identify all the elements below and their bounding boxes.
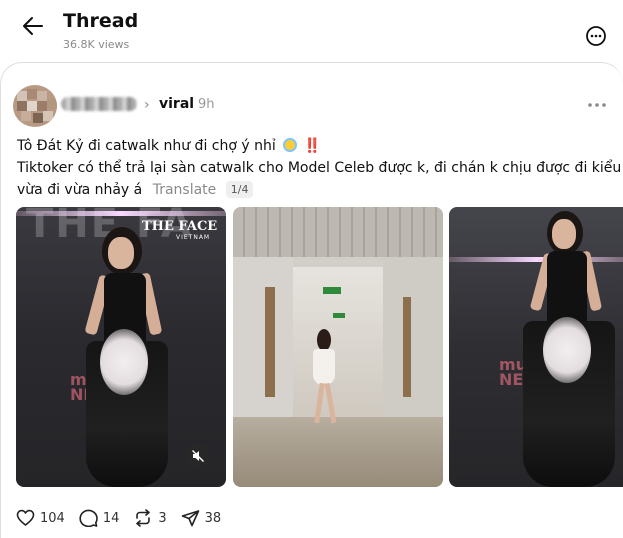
blur-censor <box>543 317 591 383</box>
media-item-3[interactable]: multi NETWORK <box>449 207 623 487</box>
halo-emoji-icon <box>283 138 298 152</box>
post-card: › viral 9h Tô Đát Kỷ đi catwalk như đi c… <box>0 62 623 538</box>
corridor-wall-right <box>383 257 443 417</box>
stage-light <box>16 211 226 216</box>
post-time: 9h <box>198 97 215 112</box>
post-line-1: Tô Đát Kỷ đi catwalk như đi chợ ý nhỉ <box>17 138 276 154</box>
brand-logo: THE FACE <box>142 219 218 234</box>
comment-icon <box>79 509 98 527</box>
like-count: 104 <box>40 510 65 526</box>
reply-count: 14 <box>102 510 120 526</box>
top-bar: Thread 36.8K views <box>0 0 623 62</box>
repost-count: 3 <box>158 510 167 526</box>
share-count: 38 <box>204 510 222 526</box>
exit-sign-far <box>333 313 345 318</box>
media-item-2[interactable] <box>233 207 443 487</box>
corridor-ceiling <box>233 207 443 257</box>
post-text: Tô Đát Kỷ đi catwalk như đi chợ ý nhỉ ‼️… <box>17 135 622 201</box>
share-button[interactable]: 38 <box>181 509 222 527</box>
back-arrow-icon <box>23 17 43 35</box>
chevron-right-icon: › <box>144 97 150 113</box>
corridor-wall-left <box>233 257 293 417</box>
double-exclamation-icon: ‼️ <box>303 138 322 154</box>
repost-icon <box>136 509 151 527</box>
like-button[interactable]: 104 <box>16 509 65 527</box>
stage-light <box>449 257 623 262</box>
door-left <box>265 287 275 397</box>
heart-icon <box>16 509 35 526</box>
view-count: 36.8K views <box>63 38 130 51</box>
more-horizontal-icon <box>588 103 606 107</box>
blur-censor <box>100 329 148 395</box>
community-link[interactable]: viral <box>159 96 194 112</box>
back-button[interactable] <box>19 12 47 40</box>
repost-button[interactable]: 3 <box>133 509 167 527</box>
translate-link[interactable]: Translate <box>153 182 217 198</box>
door-right <box>403 297 411 397</box>
exit-sign <box>323 287 341 294</box>
mute-icon <box>192 450 204 462</box>
corridor-floor <box>233 417 443 487</box>
more-circle-icon <box>586 26 606 46</box>
post-line-2: Tiktoker có thể trả lại sàn catwalk cho … <box>17 160 622 176</box>
share-icon <box>181 510 199 527</box>
reply-button[interactable]: 14 <box>79 509 120 527</box>
page-count-badge: 1/4 <box>225 181 254 198</box>
post-more-button[interactable] <box>585 97 609 113</box>
page-title: Thread <box>63 10 139 32</box>
media-item-1[interactable]: THE FA THE FACE VIETNAM multi NETWORK <box>16 207 226 487</box>
more-options-button[interactable] <box>584 24 608 48</box>
mute-button[interactable] <box>185 443 211 469</box>
post-line-3: vừa đi vừa nhảy á <box>17 182 143 198</box>
action-bar: 104 14 3 38 <box>16 507 235 529</box>
username-blurred[interactable] <box>61 97 137 111</box>
avatar[interactable] <box>13 85 57 127</box>
brand-logo-sub: VIETNAM <box>176 234 211 241</box>
